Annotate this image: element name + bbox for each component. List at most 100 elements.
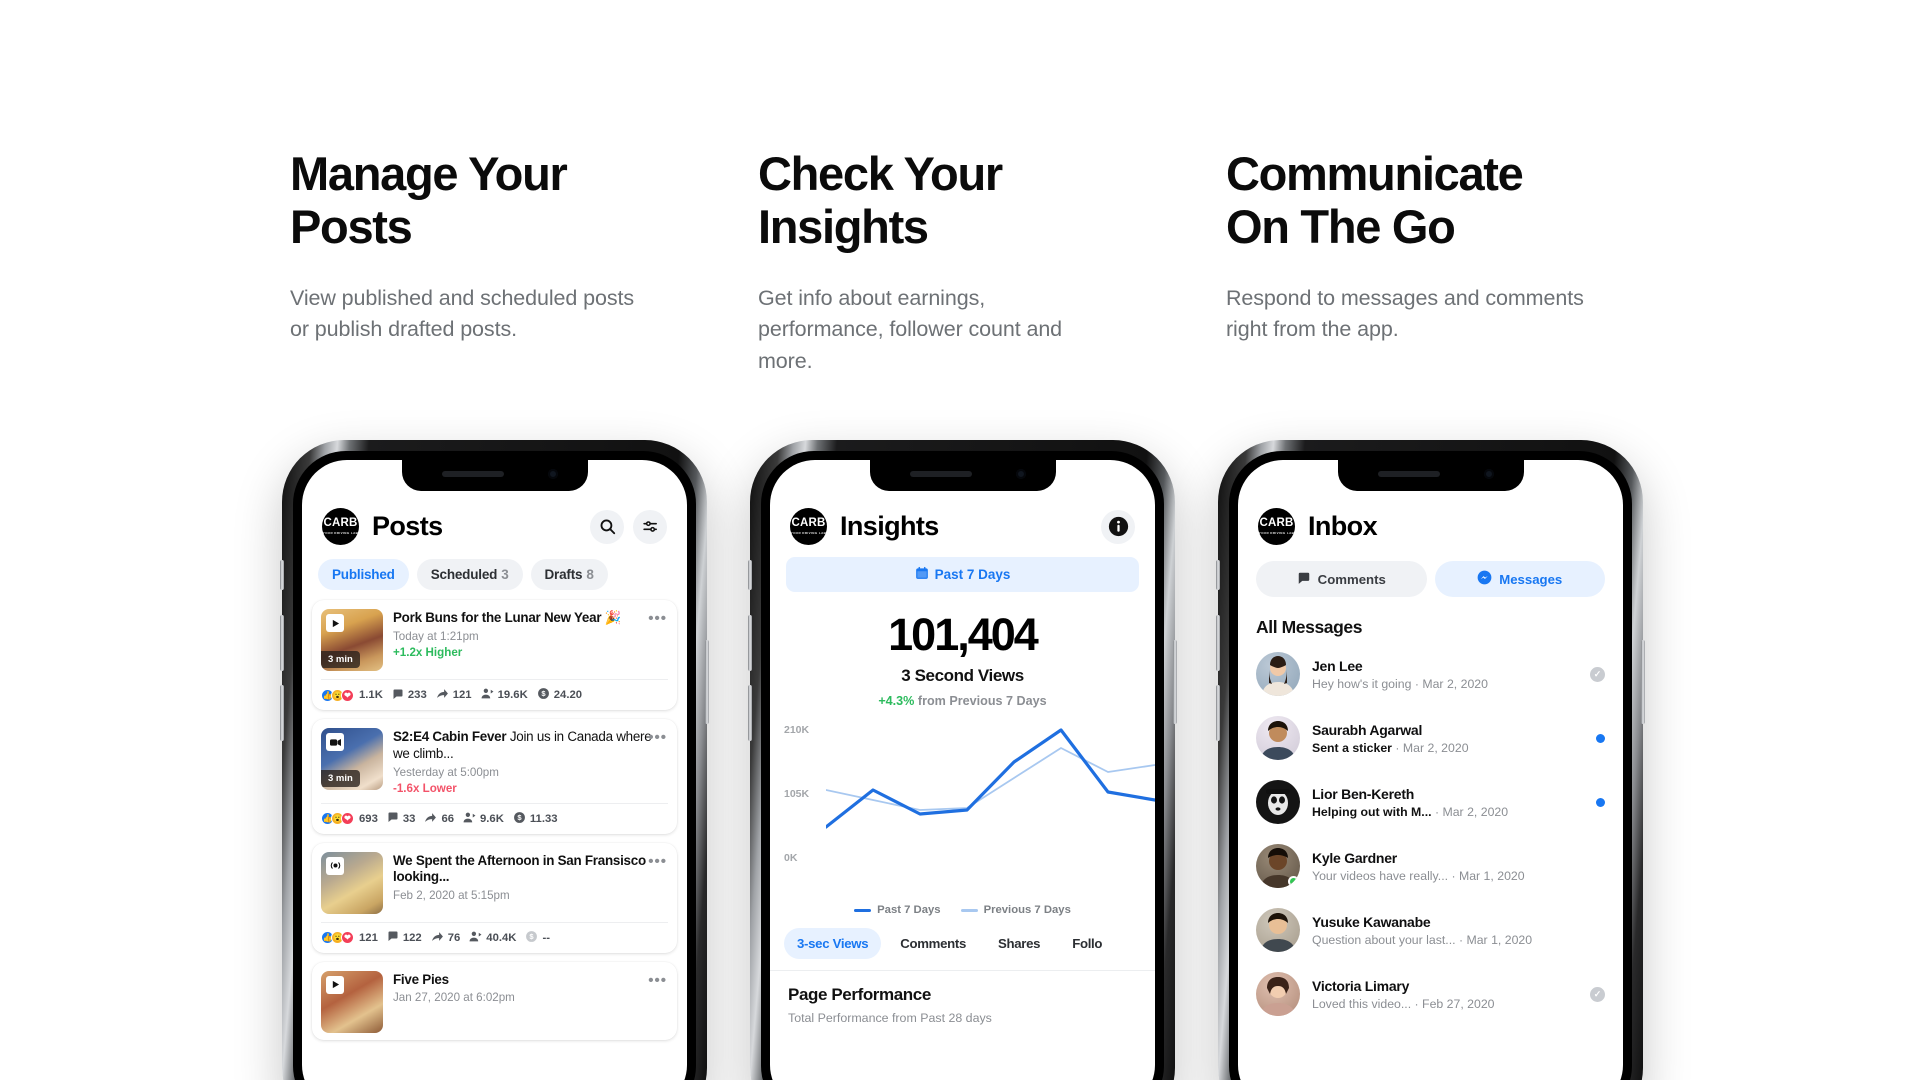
- play-icon: [326, 975, 344, 994]
- section-subtitle: Total Performance from Past 28 days: [788, 1011, 992, 1025]
- tab-label: Drafts: [544, 567, 583, 582]
- volume-up-button: [280, 615, 284, 671]
- message-preview: Loved this video... · Feb 27, 2020: [1312, 996, 1495, 1011]
- sender-name: Jen Lee: [1312, 657, 1363, 674]
- post-metrics: 👍 😮 ❤ 121 122 76 40.4K $ --: [321, 921, 668, 946]
- message-row[interactable]: Saurabh Agarwal Sent a sticker · Mar 2, …: [1238, 706, 1623, 770]
- phone-screen-inbox: CARB YOUR DRIVING LAB Inbox Comments Mes…: [1238, 460, 1623, 1080]
- people-icon: [469, 930, 482, 946]
- volume-down-button: [280, 685, 284, 741]
- metric-value: 122: [402, 931, 422, 944]
- metric-tab-3sec-views[interactable]: 3-sec Views: [784, 928, 882, 959]
- metric-reach: 19.6K: [481, 687, 528, 703]
- volume-up-button: [1216, 615, 1220, 671]
- metric-value: 1.1K: [359, 689, 383, 701]
- power-button: [705, 640, 709, 724]
- tab-count: 8: [586, 567, 594, 582]
- post-menu-button[interactable]: •••: [648, 853, 667, 870]
- feature-subline: View published and scheduled posts or pu…: [290, 286, 635, 342]
- avatar: [1256, 652, 1300, 696]
- metric-value: 233: [407, 689, 427, 701]
- tab-label: Published: [332, 567, 395, 582]
- page-root: Manage Your Posts View published and sch…: [0, 0, 1920, 1080]
- logo-subtext: YOUR DRIVING LAB: [1258, 531, 1295, 536]
- feature-column-posts: Manage Your Posts View published and sch…: [290, 147, 650, 346]
- metric-value: 33: [402, 812, 416, 825]
- chart-plot-area: [826, 728, 1155, 829]
- legend-item-past: Past 7 Days: [854, 904, 941, 916]
- post-title: Pork Buns for the Lunar New Year 🎉: [393, 610, 622, 625]
- carb-logo: CARB YOUR DRIVING LAB: [790, 508, 827, 545]
- post-performance-delta: +1.2x Higher: [393, 645, 463, 659]
- segment-label: Comments: [1317, 571, 1386, 587]
- phone-mockup-inbox: CARB YOUR DRIVING LAB Inbox Comments Mes…: [1216, 440, 1645, 1080]
- front-camera: [547, 469, 558, 479]
- metric-value: 66: [441, 812, 455, 825]
- phone-notch: [1337, 460, 1524, 491]
- message-row[interactable]: Yusuke Kawanabe Question about your last…: [1238, 898, 1623, 962]
- front-camera: [1483, 469, 1494, 479]
- phone-mockup-insights: CARB YOUR DRIVING LAB Insights Past 7 Da…: [748, 440, 1177, 1080]
- post-row[interactable]: ••• 3 min S2:E4 Cabin Fever Join us in C…: [312, 719, 677, 834]
- avatar: [1256, 844, 1300, 888]
- posts-tabs: Published Scheduled 3 Drafts 8: [302, 545, 687, 600]
- post-menu-button[interactable]: •••: [648, 729, 667, 746]
- filter-button[interactable]: [633, 509, 667, 544]
- metric-value: 693: [359, 812, 378, 825]
- post-duration: 3 min: [321, 770, 360, 787]
- avatar: [1256, 908, 1300, 952]
- logo-text: CARB: [323, 516, 358, 529]
- metric-value: 9.6K: [480, 812, 504, 825]
- message-preview: Helping out with M... · Mar 2, 2020: [1312, 804, 1509, 819]
- metric-comments: 33: [387, 811, 416, 826]
- love-icon: ❤: [341, 812, 354, 825]
- page-performance-section: Page Performance Total Performance from …: [770, 971, 1155, 1025]
- sender-name: Yusuke Kawanabe: [1312, 913, 1431, 930]
- post-thumbnail: [321, 851, 383, 914]
- search-icon: [599, 518, 616, 535]
- legend-item-previous: Previous 7 Days: [960, 904, 1071, 916]
- reaction-icons: 👍 😮 ❤: [321, 688, 354, 702]
- metric-value: --: [542, 931, 550, 944]
- date-range-selector[interactable]: Past 7 Days: [786, 557, 1139, 592]
- metric-tab-comments[interactable]: Comments: [887, 928, 979, 959]
- feature-columns: Manage Your Posts View published and sch…: [0, 0, 1920, 420]
- message-row[interactable]: Jen Lee Hey how's it going · Mar 2, 2020…: [1238, 642, 1623, 706]
- post-date: Yesterday at 5:00pm: [393, 765, 499, 779]
- post-menu-button[interactable]: •••: [648, 972, 667, 989]
- segment-comments[interactable]: Comments: [1256, 561, 1427, 597]
- metric-reach: 40.4K: [469, 930, 516, 946]
- tab-scheduled[interactable]: Scheduled 3: [416, 559, 523, 590]
- dollar-icon: $: [513, 811, 526, 827]
- post-row[interactable]: ••• Five Pies Jan 27, 2020 at 6:02pm: [312, 961, 677, 1040]
- metric-value: 40.4K: [486, 931, 517, 944]
- post-row[interactable]: ••• 3 min Pork Buns for the Lunar New Ye…: [312, 600, 677, 710]
- message-row[interactable]: Victoria Limary Loved this video... · Fe…: [1238, 962, 1623, 1026]
- people-icon: [463, 811, 476, 827]
- stat-label: 3 Second Views: [901, 666, 1024, 685]
- info-button[interactable]: [1101, 509, 1135, 544]
- sender-name: Victoria Limary: [1312, 977, 1410, 994]
- tab-drafts[interactable]: Drafts 8: [530, 559, 608, 590]
- metric-tab-shares[interactable]: Shares: [985, 928, 1053, 959]
- metric-tab-followers[interactable]: Follo: [1059, 928, 1115, 959]
- metric-value: 121: [452, 689, 472, 701]
- post-row[interactable]: ••• We Spent the Afternoon in San Fransi…: [312, 842, 677, 953]
- metric-shares: 66: [424, 811, 454, 827]
- post-menu-button[interactable]: •••: [648, 610, 667, 627]
- sender-name: Saurabh Agarwal: [1312, 721, 1423, 738]
- post-thumbnail: 3 min: [321, 609, 383, 671]
- message-row[interactable]: Kyle Gardner Your videos have really... …: [1238, 834, 1623, 898]
- message-row[interactable]: Lior Ben-Kereth Helping out with M... · …: [1238, 770, 1623, 834]
- share-icon: [431, 930, 444, 946]
- page-title: Insights: [840, 511, 939, 541]
- search-button[interactable]: [590, 509, 624, 544]
- segment-messages[interactable]: Messages: [1434, 561, 1605, 597]
- love-icon: ❤: [341, 688, 354, 702]
- inbox-app: CARB YOUR DRIVING LAB Inbox Comments Mes…: [1238, 460, 1623, 1080]
- feature-column-inbox: Communicate On The Go Respond to message…: [1226, 147, 1586, 346]
- metric-earnings: $ 24.20: [537, 687, 582, 703]
- tab-published[interactable]: Published: [318, 559, 409, 590]
- post-title: Five Pies: [393, 971, 449, 987]
- metric-value: 121: [359, 931, 378, 944]
